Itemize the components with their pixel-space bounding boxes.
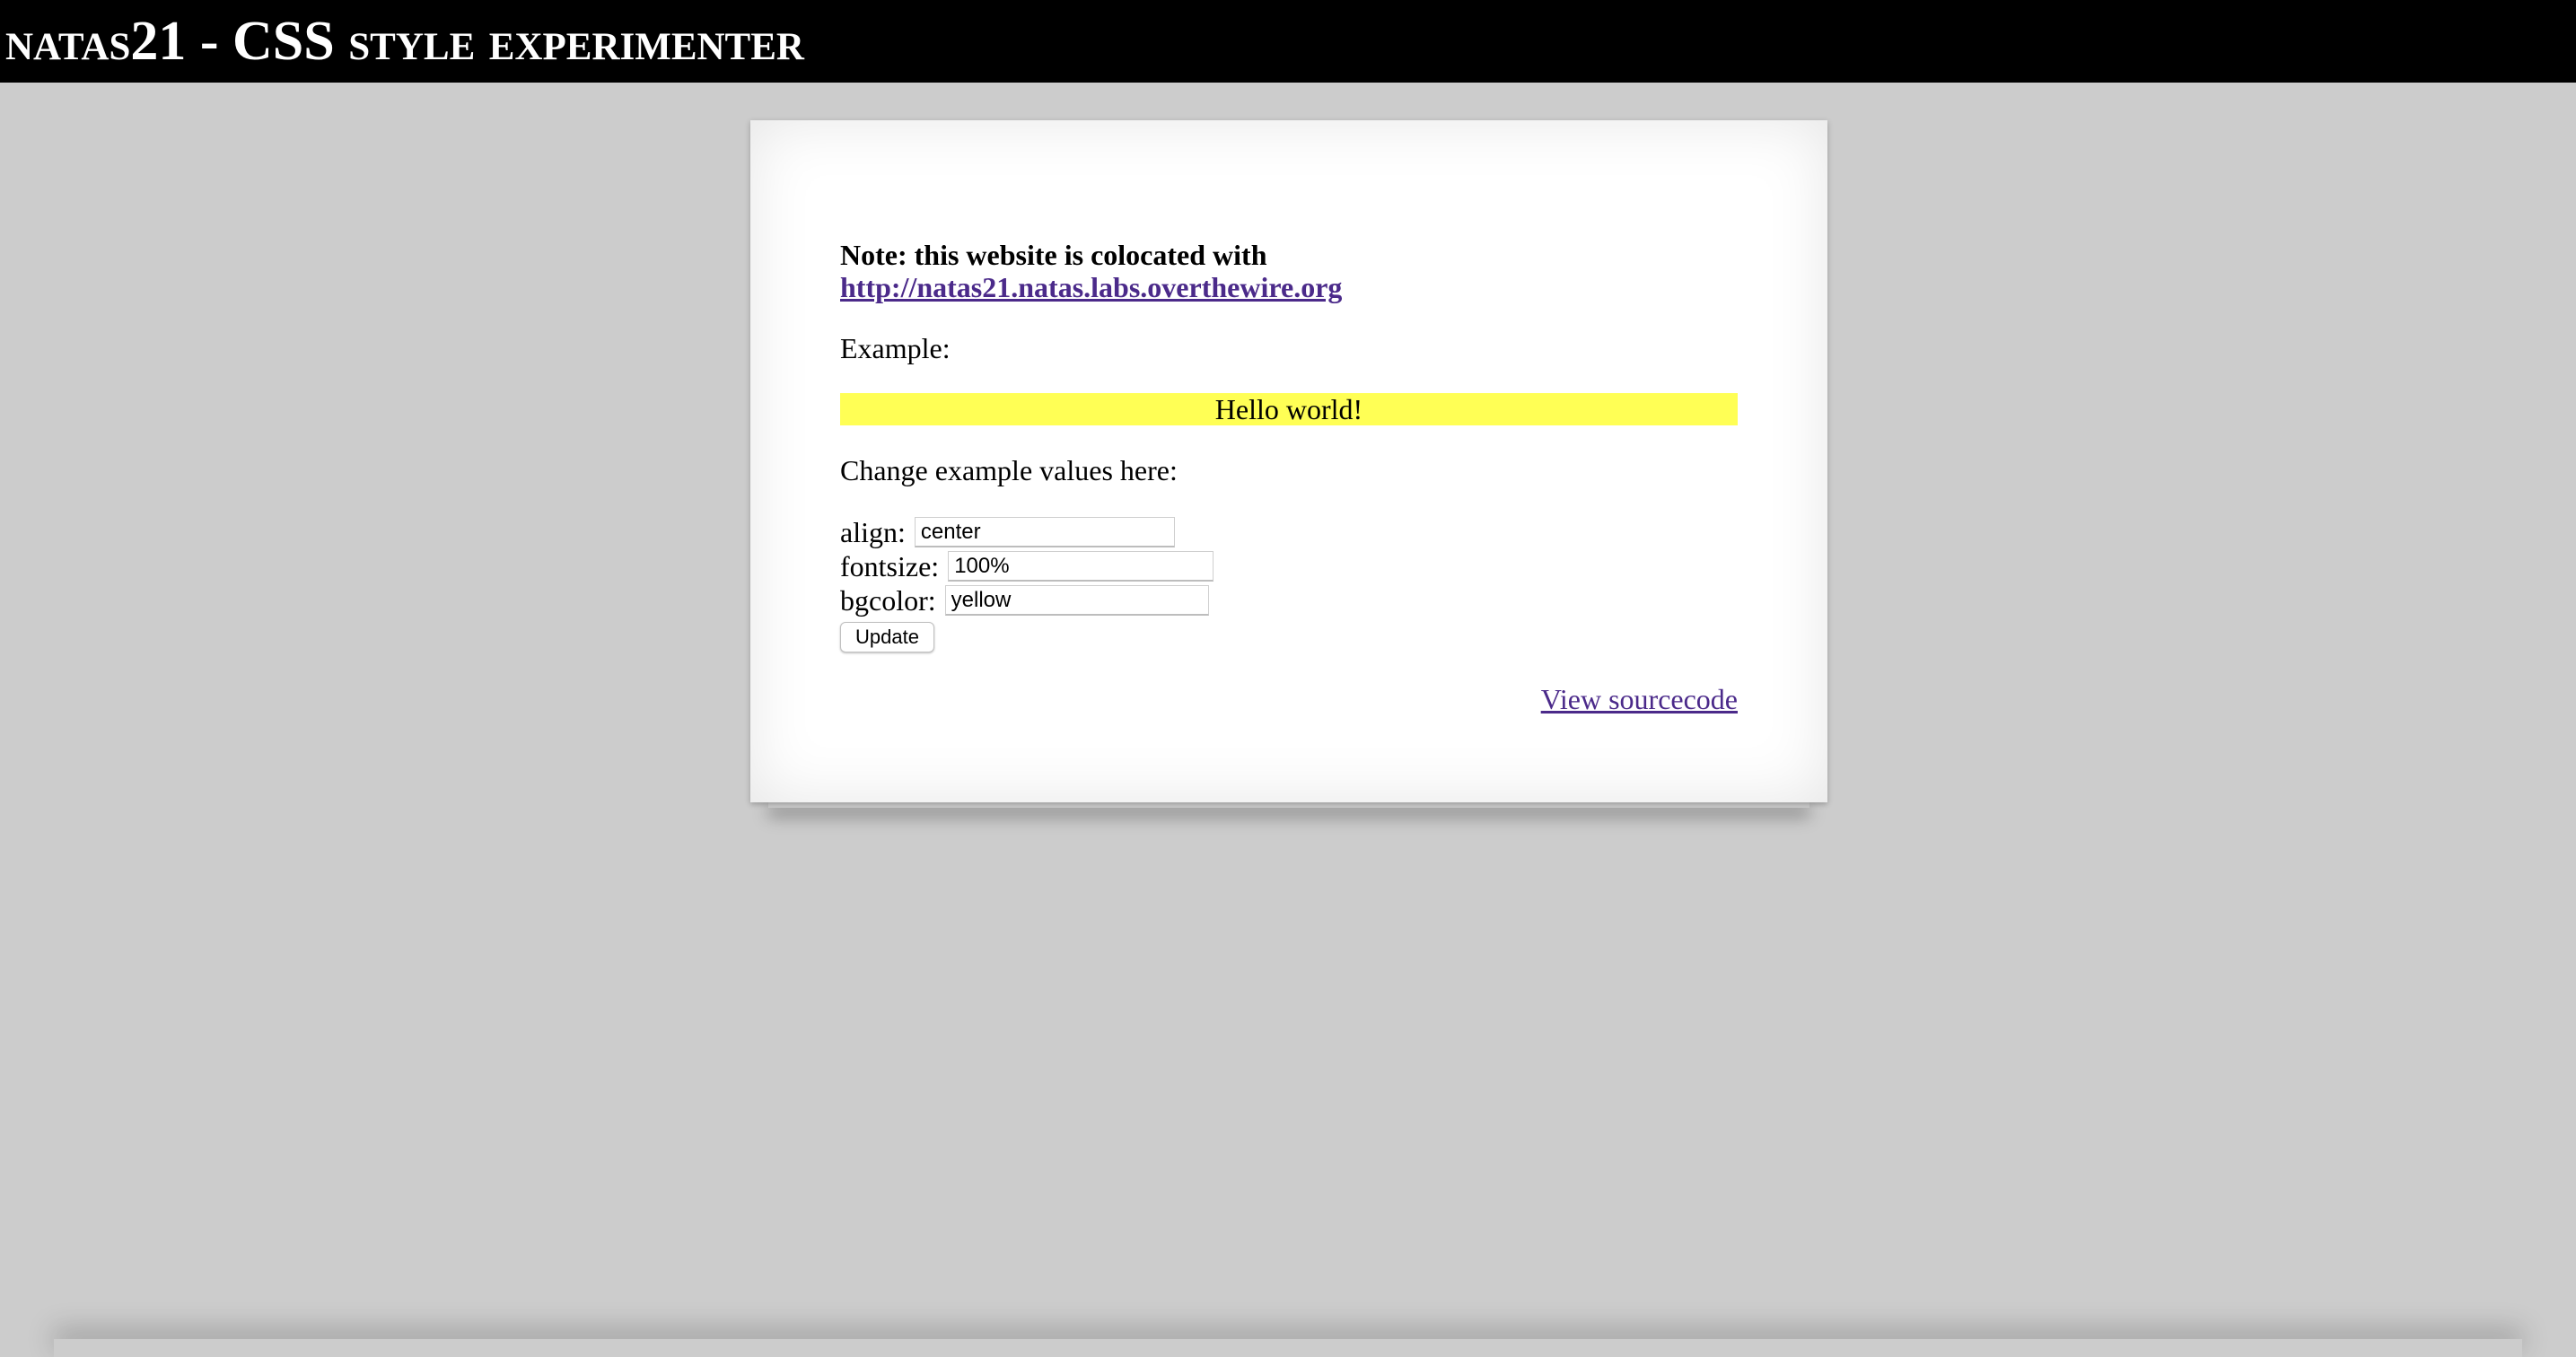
bgcolor-input[interactable] [944, 585, 1209, 616]
content-card: Note: this website is colocated with htt… [750, 120, 1827, 802]
align-row: align: [840, 515, 1738, 549]
align-label: align: [840, 516, 906, 548]
note-text: Note: this website is colocated with [840, 239, 1267, 271]
fontsize-row: fontsize: [840, 549, 1738, 583]
fontsize-input[interactable] [948, 551, 1214, 582]
page-title: natas21 - CSS style experimenter [5, 11, 804, 72]
bgcolor-label: bgcolor: [840, 584, 936, 617]
update-button[interactable]: Update [840, 622, 934, 652]
bottom-shadow [54, 1339, 2522, 1357]
style-form: align: fontsize: bgcolor: Update [840, 515, 1738, 652]
change-values-label: Change example values here: [840, 454, 1178, 486]
view-sourcecode-link[interactable]: View sourcecode [1541, 683, 1738, 715]
align-input[interactable] [914, 517, 1175, 547]
page-header: natas21 - CSS style experimenter [0, 0, 2576, 83]
source-link-container: View sourcecode [840, 683, 1738, 715]
example-preview: Hello world! [840, 393, 1738, 425]
colocated-site-link[interactable]: http://natas21.natas.labs.overthewire.or… [840, 271, 1342, 303]
fontsize-label: fontsize: [840, 550, 940, 582]
bgcolor-row: bgcolor: [840, 583, 1738, 617]
colocation-note: Note: this website is colocated with htt… [840, 239, 1738, 303]
example-label: Example: [840, 332, 951, 364]
